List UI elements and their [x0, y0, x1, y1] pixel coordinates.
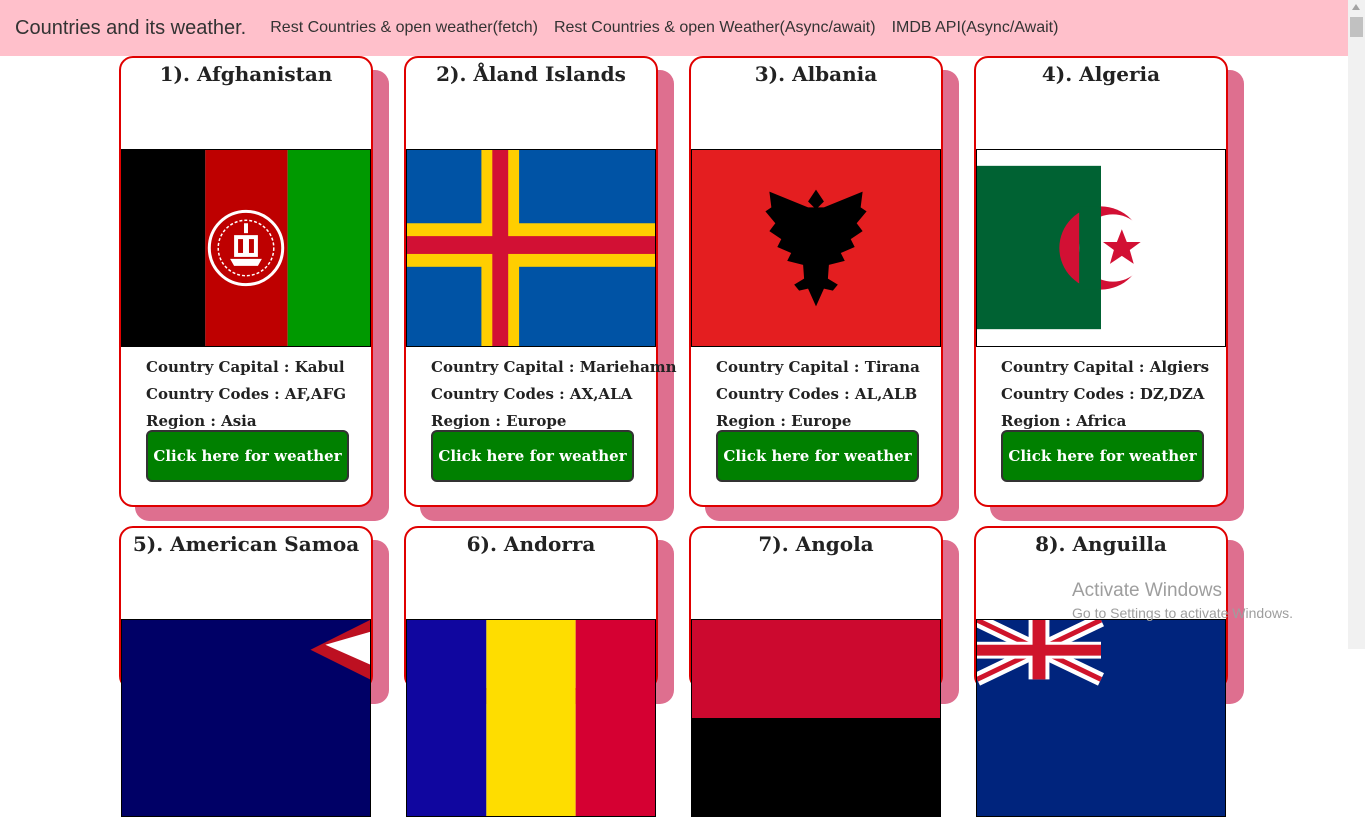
country-card-aland-islands: 2). Åland Islands Country Capital : Mari…	[404, 56, 677, 507]
scroll-up-arrow-icon[interactable]	[1352, 4, 1360, 10]
country-capital: Country Capital : Kabul	[146, 358, 345, 376]
page-scrollbar[interactable]	[1348, 0, 1365, 649]
country-codes: Country Codes : AF,AFG	[146, 385, 347, 403]
country-title: 7). Angola	[758, 532, 874, 556]
country-card-andorra: 6). Andorra	[404, 526, 658, 817]
country-title: 1). Afghanistan	[159, 62, 333, 86]
country-title: 5). American Samoa	[132, 532, 360, 556]
navbar: Countries and its weather. Rest Countrie…	[0, 0, 1348, 56]
country-info: Country Capital : Algiers Country Codes …	[1001, 354, 1209, 435]
country-codes: Country Codes : DZ,DZA	[1001, 385, 1205, 403]
country-info: Country Capital : Kabul Country Codes : …	[146, 354, 346, 435]
weather-button[interactable]: Click here for weather	[716, 430, 919, 482]
country-capital: Country Capital : Tirana	[716, 358, 920, 376]
weather-button[interactable]: Click here for weather	[1001, 430, 1204, 482]
country-info: Country Capital : Tirana Country Codes :…	[716, 354, 920, 435]
navbar-brand[interactable]: Countries and its weather.	[15, 17, 246, 40]
flag-image-algeria	[976, 149, 1226, 347]
nav-link-async-await[interactable]: Rest Countries & open Weather(Async/awai…	[554, 19, 876, 37]
country-title: 6). Andorra	[466, 532, 596, 556]
country-card-algeria: 4). Algeria Country Capital : Algiers Co…	[974, 56, 1228, 507]
scrollbar-thumb[interactable]	[1350, 17, 1363, 37]
weather-button[interactable]: Click here for weather	[146, 430, 349, 482]
country-codes: Country Codes : AL,ALB	[716, 385, 918, 403]
country-info: Country Capital : Mariehamn Country Code…	[431, 354, 677, 435]
nav-link-imdb[interactable]: IMDB API(Async/Await)	[892, 19, 1059, 37]
country-card-anguilla: 8). Anguilla	[974, 526, 1228, 817]
country-title: 2). Åland Islands	[436, 62, 626, 86]
country-card-afghanistan: 1). Afghanistan Country Capital : Kabul …	[119, 56, 373, 507]
flag-image-albania	[691, 149, 941, 347]
country-title: 8). Anguilla	[1035, 532, 1167, 556]
flag-image-afghanistan	[121, 149, 371, 347]
country-capital: Country Capital : Mariehamn	[431, 358, 677, 376]
country-title: 3). Albania	[754, 62, 878, 86]
weather-button[interactable]: Click here for weather	[431, 430, 634, 482]
country-title: 4). Algeria	[1041, 62, 1161, 86]
country-card-albania: 3). Albania Country Capital : Tirana Cou…	[689, 56, 943, 507]
country-card-angola: 7). Angola	[689, 526, 943, 817]
country-codes: Country Codes : AX,ALA	[431, 385, 633, 403]
country-capital: Country Capital : Algiers	[1001, 358, 1210, 376]
country-card-american-samoa: 5). American Samoa	[119, 526, 373, 817]
flag-image-aland-islands	[406, 149, 656, 347]
nav-link-fetch[interactable]: Rest Countries & open weather(fetch)	[270, 19, 538, 37]
